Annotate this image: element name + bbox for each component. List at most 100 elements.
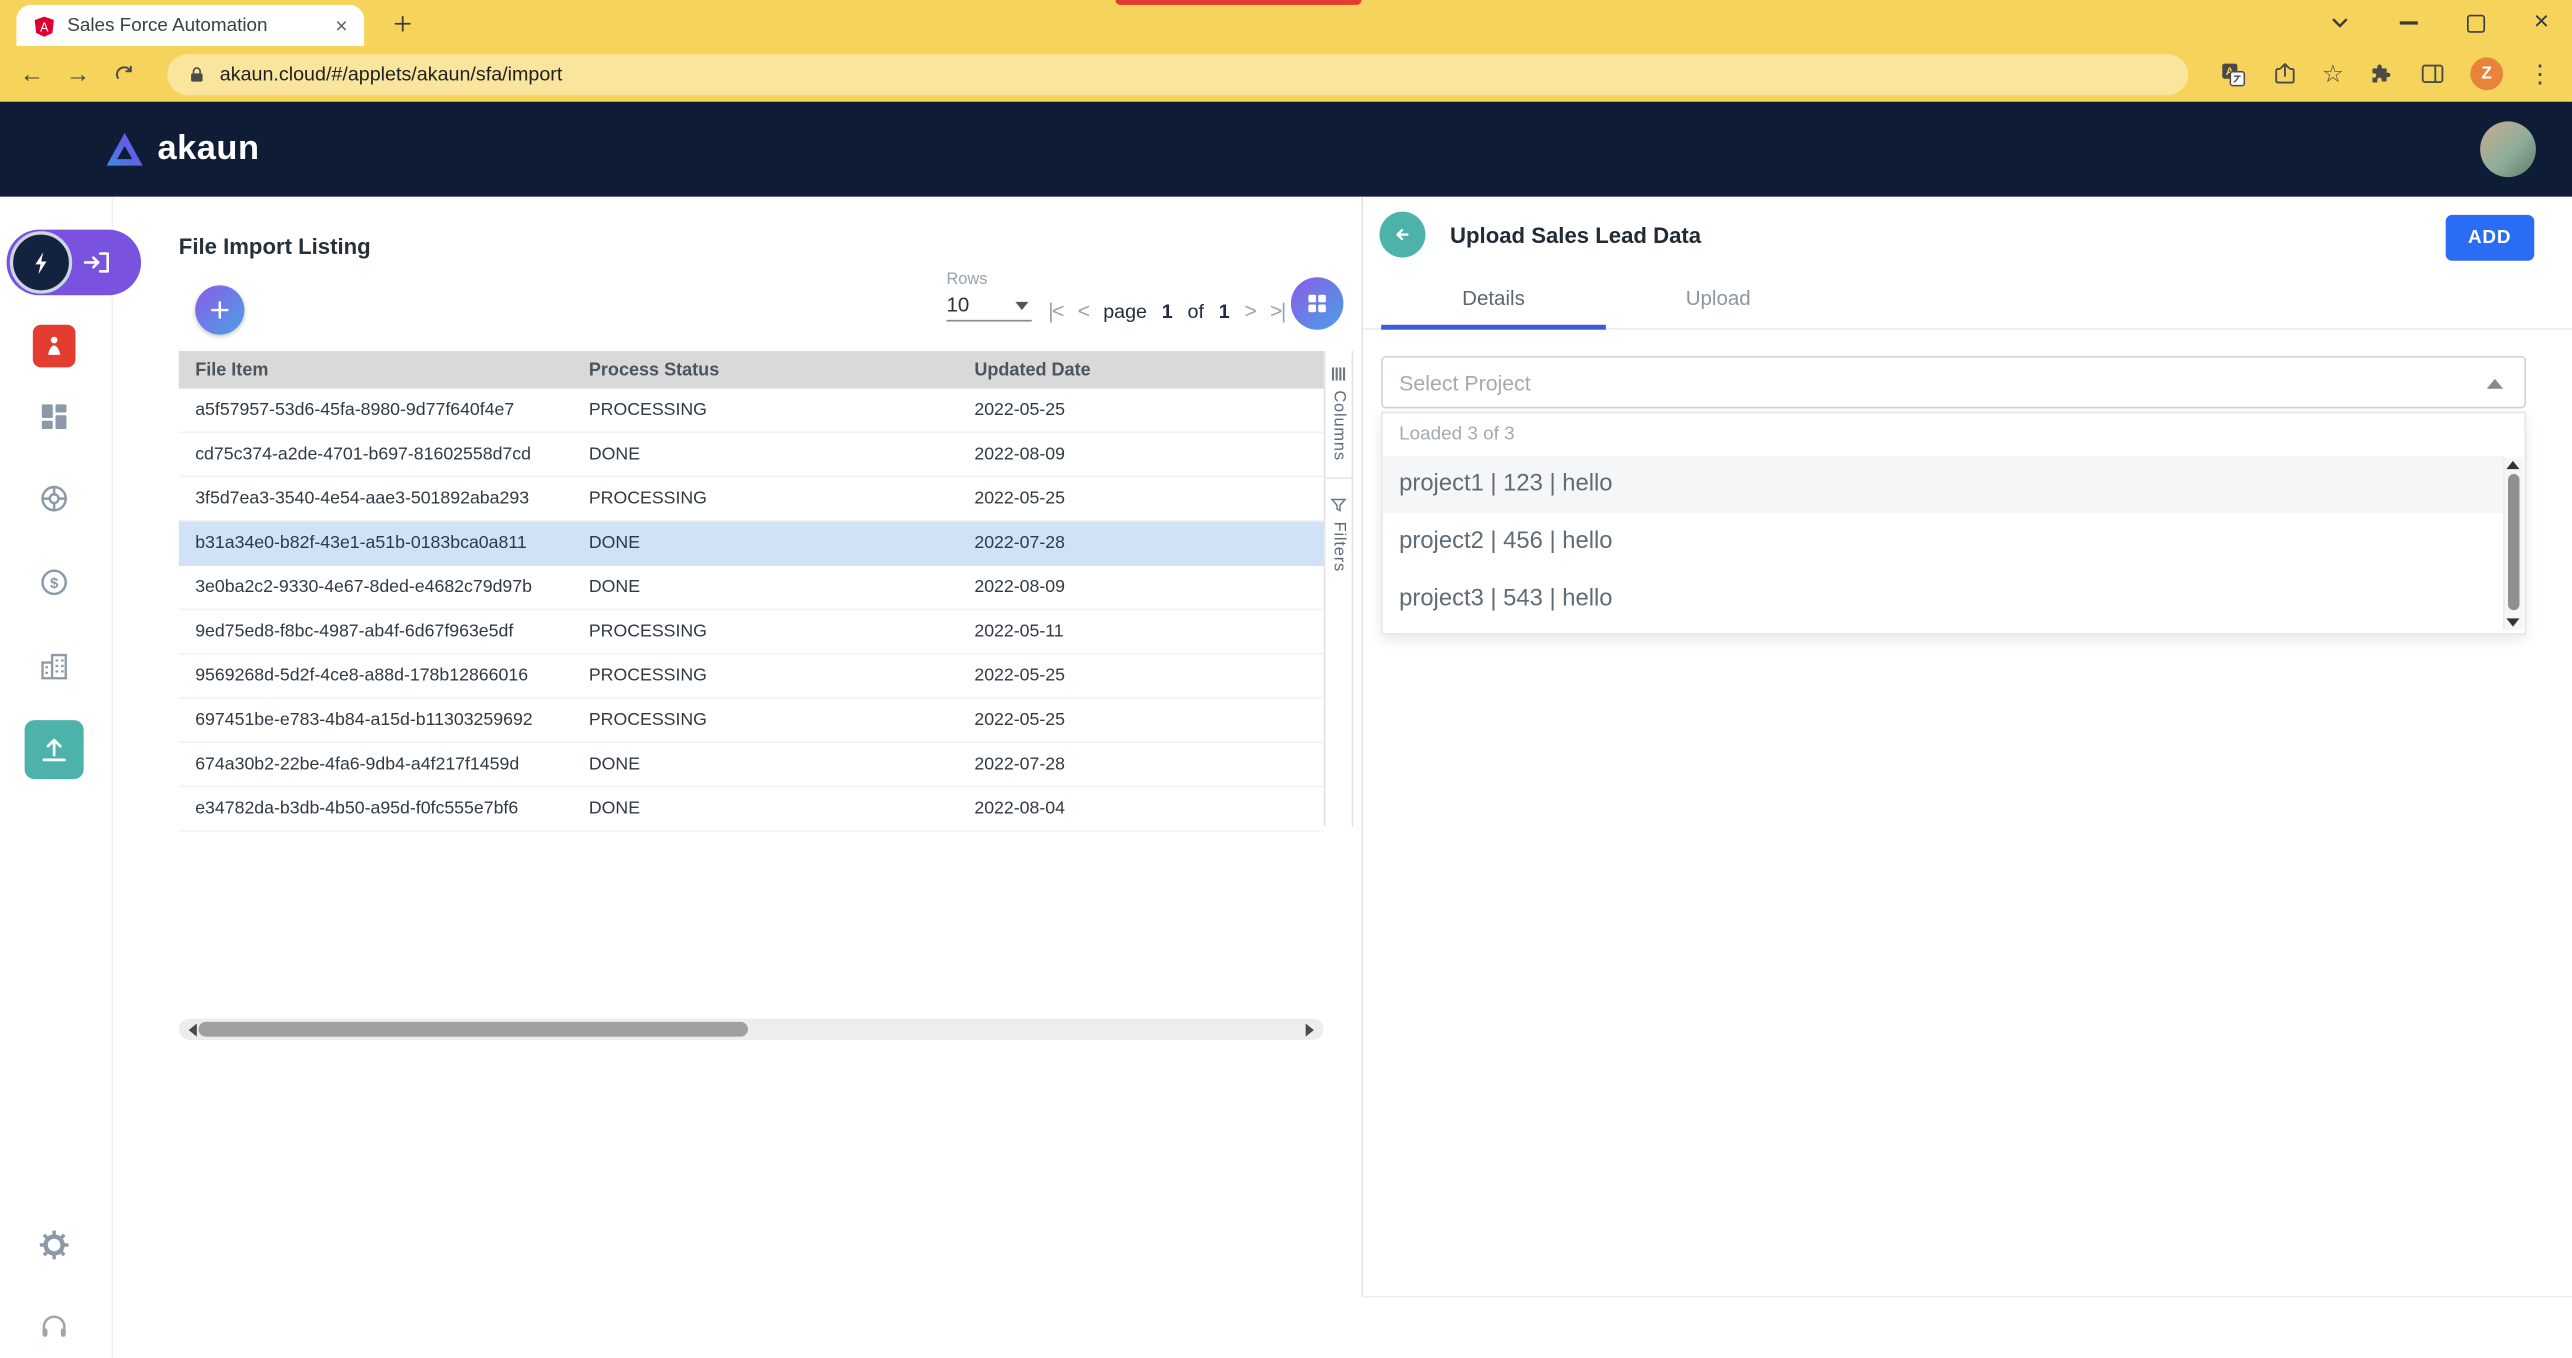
side-tab-filters-label: Filters: [1329, 522, 1347, 572]
extensions-puzzle-icon[interactable]: [2369, 61, 2395, 87]
table-row[interactable]: e34782da-b3db-4b50-a95d-f0fc555e7bf6DONE…: [179, 787, 1324, 831]
scroll-down-icon[interactable]: [2506, 618, 2519, 626]
browser-tab[interactable]: A Sales Force Automation ×: [16, 5, 364, 46]
cell-updated-date: 2022-05-25: [958, 489, 1324, 509]
angular-favicon-icon: A: [33, 14, 56, 37]
project-option[interactable]: project1 | 123 | hello: [1383, 456, 2503, 513]
tab-upload[interactable]: Upload: [1606, 269, 1831, 328]
cell-file-item: 9569268d-5d2f-4ce8-a88d-178b12866016: [179, 666, 573, 686]
cell-process-status: PROCESSING: [572, 489, 957, 509]
tab-details[interactable]: Details: [1381, 269, 1606, 328]
scroll-left-icon[interactable]: [182, 1023, 197, 1036]
svg-text:$: $: [50, 575, 59, 592]
horizontal-scrollbar[interactable]: [179, 1019, 1324, 1040]
table-row[interactable]: b31a34e0-b82f-43e1-a51b-0183bca0a811DONE…: [179, 522, 1324, 566]
first-page-button[interactable]: |<: [1048, 299, 1063, 324]
dropdown-scroll-thumb[interactable]: [2507, 474, 2518, 610]
share-icon[interactable]: [2271, 61, 2297, 87]
address-bar[interactable]: akaun.cloud/#/applets/akaun/sfa/import: [167, 53, 2187, 94]
filter-funnel-icon: [1329, 495, 1349, 515]
scroll-right-icon[interactable]: [1306, 1023, 1321, 1036]
grid-view-button[interactable]: [1291, 277, 1343, 329]
horizontal-scroll-thumb[interactable]: [198, 1022, 748, 1037]
browser-profile-avatar[interactable]: Z: [2470, 57, 2503, 90]
column-header-process-status[interactable]: Process Status: [572, 360, 957, 380]
last-page-button[interactable]: >|: [1270, 299, 1285, 324]
window-close-icon[interactable]: ×: [2534, 10, 2549, 36]
upload-sales-lead-panel: Upload Sales Lead Data ADD Details Uploa…: [1361, 197, 2572, 1296]
table-row[interactable]: 674a30b2-22be-4fa6-9db4-a4f217f1459dDONE…: [179, 743, 1324, 787]
caret-down-icon: [1015, 302, 1028, 310]
building-icon: [38, 650, 71, 683]
cell-file-item: e34782da-b3db-4b50-a95d-f0fc555e7bf6: [179, 799, 573, 819]
caret-up-icon: [2487, 379, 2503, 389]
column-header-updated-date[interactable]: Updated Date: [958, 360, 1324, 380]
side-panel-icon[interactable]: [2419, 61, 2445, 87]
browser-window: A Sales Force Automation × × ← → akaun.c…: [0, 0, 2572, 1358]
tab-close-icon[interactable]: ×: [335, 15, 347, 36]
next-page-button[interactable]: >: [1244, 299, 1255, 324]
add-file-button[interactable]: [195, 285, 244, 334]
window-chevron-icon[interactable]: [2329, 15, 2350, 31]
svg-text:A: A: [40, 20, 49, 34]
project-option[interactable]: project2 | 456 | hello: [1383, 513, 2503, 570]
table-row[interactable]: 3e0ba2c2-9330-4e67-8ded-e4682c79d97bDONE…: [179, 566, 1324, 610]
table-side-strip: Columns Filters: [1324, 351, 1354, 827]
prev-page-button[interactable]: <: [1078, 299, 1089, 324]
cell-updated-date: 2022-07-28: [958, 533, 1324, 553]
window-minimize-icon[interactable]: [2399, 22, 2417, 24]
screen: A Sales Force Automation × × ← → akaun.c…: [0, 0, 2572, 1358]
cell-updated-date: 2022-05-11: [958, 622, 1324, 642]
url-text: akaun.cloud/#/applets/akaun/sfa/import: [220, 62, 563, 85]
window-maximize-icon[interactable]: [2466, 14, 2484, 32]
sidebar-item-settings[interactable]: [38, 1229, 71, 1262]
cell-file-item: 3f5d7ea3-3540-4e54-aae3-501892aba293: [179, 489, 573, 509]
cell-file-item: b31a34e0-b82f-43e1-a51b-0183bca0a811: [179, 533, 573, 553]
rows-label: Rows: [946, 271, 1038, 289]
dropdown-scrollbar[interactable]: [2503, 458, 2523, 630]
app-sidebar: $: [0, 197, 113, 1358]
project-option[interactable]: project3 | 543 | hello: [1383, 571, 2503, 628]
project-select[interactable]: Select Project: [1381, 356, 2526, 408]
side-tab-filters[interactable]: Filters: [1325, 477, 1351, 572]
sidebar-item-applet-launcher[interactable]: [7, 230, 142, 296]
sidebar-item-organization[interactable]: [38, 650, 71, 683]
rows-select[interactable]: 10: [946, 294, 1031, 322]
back-button[interactable]: ←: [20, 62, 45, 87]
table-row[interactable]: 9569268d-5d2f-4ce8-a88d-178b12866016PROC…: [179, 654, 1324, 698]
sidebar-item-sfa-app[interactable]: [33, 325, 76, 368]
translate-icon[interactable]: A: [2219, 60, 2247, 88]
bookmark-star-icon[interactable]: ☆: [2322, 62, 2344, 87]
table-header-row: File Item Process Status Updated Date: [179, 351, 1324, 389]
user-avatar[interactable]: [2480, 121, 2536, 177]
scroll-up-icon[interactable]: [2506, 461, 2519, 469]
akaun-logo[interactable]: akaun: [105, 130, 260, 169]
cell-process-status: DONE: [572, 445, 957, 465]
page-total: 1: [1219, 299, 1230, 322]
panel-back-button[interactable]: [1379, 212, 1425, 258]
browser-menu-icon[interactable]: ⋮: [2528, 59, 2553, 89]
sidebar-item-dashboard[interactable]: [38, 400, 71, 433]
forward-button[interactable]: →: [66, 62, 91, 87]
dollar-icon: $: [38, 566, 71, 599]
sidebar-item-finance[interactable]: $: [38, 566, 71, 599]
window-controls: ×: [2329, 0, 2549, 46]
table-row[interactable]: 9ed75ed8-f8bc-4987-ab4f-6d67f963e5dfPROC…: [179, 610, 1324, 654]
new-tab-button[interactable]: [390, 11, 415, 36]
sidebar-item-upload[interactable]: [25, 720, 84, 779]
reload-button[interactable]: [112, 62, 137, 87]
pagination: |< < page 1 of 1 > >|: [1048, 299, 1285, 324]
table-row[interactable]: 697451be-e783-4b84-a15d-b11303259692PROC…: [179, 699, 1324, 743]
column-header-file-item[interactable]: File Item: [179, 360, 573, 380]
cell-file-item: 697451be-e783-4b84-a15d-b11303259692: [179, 710, 573, 730]
sidebar-item-support[interactable]: [38, 482, 71, 515]
tab-title: Sales Force Automation: [67, 16, 324, 36]
sidebar-item-help[interactable]: [38, 1311, 71, 1344]
table-row[interactable]: a5f57957-53d6-45fa-8980-9d77f640f4e7PROC…: [179, 389, 1324, 433]
cell-updated-date: 2022-08-09: [958, 445, 1324, 465]
table-row[interactable]: 3f5d7ea3-3540-4e54-aae3-501892aba293PROC…: [179, 477, 1324, 521]
app-body: $: [0, 197, 2572, 1358]
table-row[interactable]: cd75c374-a2de-4701-b697-81602558d7cdDONE…: [179, 433, 1324, 477]
add-button[interactable]: ADD: [2445, 215, 2534, 261]
side-tab-columns[interactable]: Columns: [1325, 351, 1351, 461]
